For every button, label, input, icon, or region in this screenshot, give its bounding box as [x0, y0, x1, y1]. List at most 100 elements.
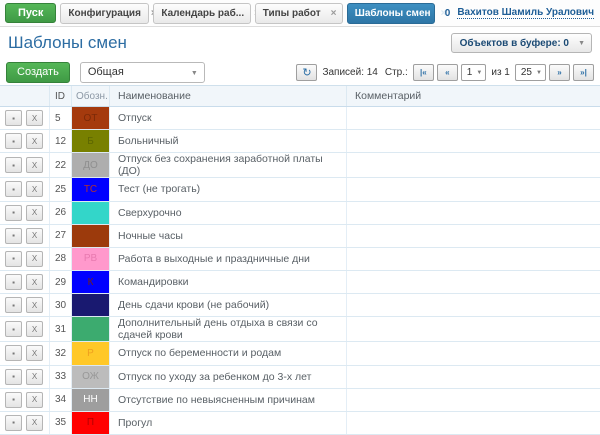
edit-row-button[interactable]: ▪: [5, 392, 22, 408]
current-page-select[interactable]: 1 ▼: [461, 64, 487, 81]
table-row[interactable]: ▪ X 29 К Командировки: [0, 271, 600, 294]
row-id-cell: 26: [50, 202, 72, 224]
designation-color-swatch: К: [72, 271, 110, 293]
row-id-cell: 31: [50, 317, 72, 341]
tab-label: Календарь раб...: [161, 8, 244, 19]
user-name-link[interactable]: Вахитов Шамиль Уралович: [457, 7, 594, 19]
table-row[interactable]: ▪ X 33 ОЖ Отпуск по уходу за ребенком до…: [0, 366, 600, 389]
grid-header-row: ID Обозн. Наименование Комментарий: [0, 86, 600, 107]
delete-row-button[interactable]: X: [26, 251, 43, 267]
tab-work-calendar[interactable]: Календарь раб... ×: [153, 3, 250, 24]
edit-row-button[interactable]: ▪: [5, 274, 22, 290]
edit-row-button[interactable]: ▪: [5, 181, 22, 197]
table-row[interactable]: ▪ X 25 ТС Тест (не трогать): [0, 178, 600, 201]
table-row[interactable]: ▪ X 12 Б Больничный: [0, 130, 600, 153]
table-row[interactable]: ▪ X 34 НН Отсутствие по невыясненным при…: [0, 389, 600, 412]
table-row[interactable]: ▪ X 26 Сверхурочно: [0, 202, 600, 225]
next-page-button[interactable]: »: [549, 64, 570, 81]
refresh-button[interactable]: ↻: [296, 64, 317, 81]
row-name-cell: Отсутствие по невыясненным причинам: [110, 389, 347, 411]
tab-configuration[interactable]: Конфигурация ×: [60, 3, 149, 24]
row-id-cell: 25: [50, 178, 72, 200]
edit-row-button[interactable]: ▪: [5, 345, 22, 361]
row-comment-cell: [347, 248, 600, 270]
delete-row-button[interactable]: X: [26, 181, 43, 197]
delete-row-button[interactable]: X: [26, 321, 43, 337]
edit-icon: ▪: [12, 395, 15, 404]
column-header-id[interactable]: ID: [50, 86, 72, 106]
column-header-name[interactable]: Наименование: [110, 86, 347, 106]
table-row[interactable]: ▪ X 27 Ночные часы: [0, 225, 600, 248]
delete-row-button[interactable]: X: [26, 345, 43, 361]
user-zone: 0 Вахитов Шамиль Уралович: [439, 7, 594, 19]
create-button[interactable]: Создать: [6, 62, 70, 83]
row-id-cell: 33: [50, 366, 72, 388]
delete-row-button[interactable]: X: [26, 392, 43, 408]
shift-templates-grid: ID Обозн. Наименование Комментарий ▪ X 5…: [0, 86, 600, 435]
chevron-down-icon: ▼: [476, 70, 482, 76]
delete-row-button[interactable]: X: [26, 369, 43, 385]
start-button[interactable]: Пуск: [5, 3, 56, 23]
delete-row-button[interactable]: X: [26, 228, 43, 244]
delete-row-button[interactable]: X: [26, 274, 43, 290]
tab-work-types[interactable]: Типы работ ×: [255, 3, 343, 24]
page-size-select[interactable]: 25 ▼: [515, 64, 546, 81]
designation-color-swatch: ТС: [72, 178, 110, 200]
delete-row-button[interactable]: X: [26, 157, 43, 173]
edit-row-button[interactable]: ▪: [5, 297, 22, 313]
edit-row-button[interactable]: ▪: [5, 157, 22, 173]
delete-row-button[interactable]: X: [26, 205, 43, 221]
edit-row-button[interactable]: ▪: [5, 228, 22, 244]
column-header-designation[interactable]: Обозн.: [72, 86, 110, 106]
edit-row-button[interactable]: ▪: [5, 415, 22, 431]
delete-icon: X: [32, 185, 37, 194]
app-window: Пуск Конфигурация × Календарь раб... × Т…: [0, 0, 600, 435]
row-comment-cell: [347, 130, 600, 152]
delete-icon: X: [32, 114, 37, 123]
table-row[interactable]: ▪ X 28 РВ Работа в выходные и праздничны…: [0, 248, 600, 271]
edit-icon: ▪: [12, 301, 15, 310]
row-name-cell: Отпуск по беременности и родам: [110, 342, 347, 364]
first-page-button[interactable]: |«: [413, 64, 434, 81]
table-row[interactable]: ▪ X 22 ДО Отпуск без сохранения заработн…: [0, 153, 600, 178]
edit-row-button[interactable]: ▪: [5, 133, 22, 149]
column-header-comment[interactable]: Комментарий: [347, 86, 600, 106]
buffer-dropdown-button[interactable]: Объектов в буфере: 0 ▼: [451, 33, 592, 53]
toolbar: Создать Общая ▼ ↻ Записей: 14 Стр.: |« «…: [0, 59, 600, 86]
edit-row-button[interactable]: ▪: [5, 205, 22, 221]
notification-counter: 0: [445, 8, 451, 19]
tab-shift-templates-active[interactable]: Шаблоны смен ×: [347, 3, 435, 24]
designation-color-swatch: [72, 294, 110, 316]
delete-row-button[interactable]: X: [26, 133, 43, 149]
row-comment-cell: [347, 389, 600, 411]
row-name-cell: Сверхурочно: [110, 202, 347, 224]
tab-label: Типы работ: [263, 8, 321, 19]
edit-icon: ▪: [12, 372, 15, 381]
delete-icon: X: [32, 418, 37, 427]
close-icon[interactable]: ×: [331, 8, 337, 19]
designation-color-swatch: [72, 317, 110, 341]
table-row[interactable]: ▪ X 30 День сдачи крови (не рабочий): [0, 294, 600, 317]
category-select[interactable]: Общая ▼: [80, 62, 205, 83]
designation-color-swatch: ОЖ: [72, 366, 110, 388]
last-page-button[interactable]: »|: [573, 64, 594, 81]
edit-row-button[interactable]: ▪: [5, 110, 22, 126]
edit-icon: ▪: [12, 208, 15, 217]
prev-page-button[interactable]: «: [437, 64, 458, 81]
table-row[interactable]: ▪ X 31 Дополнительный день отдыха в связ…: [0, 317, 600, 342]
row-comment-cell: [347, 178, 600, 200]
table-row[interactable]: ▪ X 5 ОТ Отпуск: [0, 107, 600, 130]
page-size-value: 25: [521, 67, 532, 78]
table-row[interactable]: ▪ X 35 П Прогул: [0, 412, 600, 435]
delete-row-button[interactable]: X: [26, 110, 43, 126]
page-label: Стр.:: [385, 67, 408, 78]
edit-row-button[interactable]: ▪: [5, 321, 22, 337]
edit-row-button[interactable]: ▪: [5, 369, 22, 385]
buffer-button-label: Объектов в буфере: 0: [460, 38, 569, 49]
table-row[interactable]: ▪ X 32 Р Отпуск по беременности и родам: [0, 342, 600, 365]
delete-row-button[interactable]: X: [26, 297, 43, 313]
edit-icon: ▪: [12, 137, 15, 146]
edit-row-button[interactable]: ▪: [5, 251, 22, 267]
refresh-icon: ↻: [302, 66, 311, 79]
delete-row-button[interactable]: X: [26, 415, 43, 431]
